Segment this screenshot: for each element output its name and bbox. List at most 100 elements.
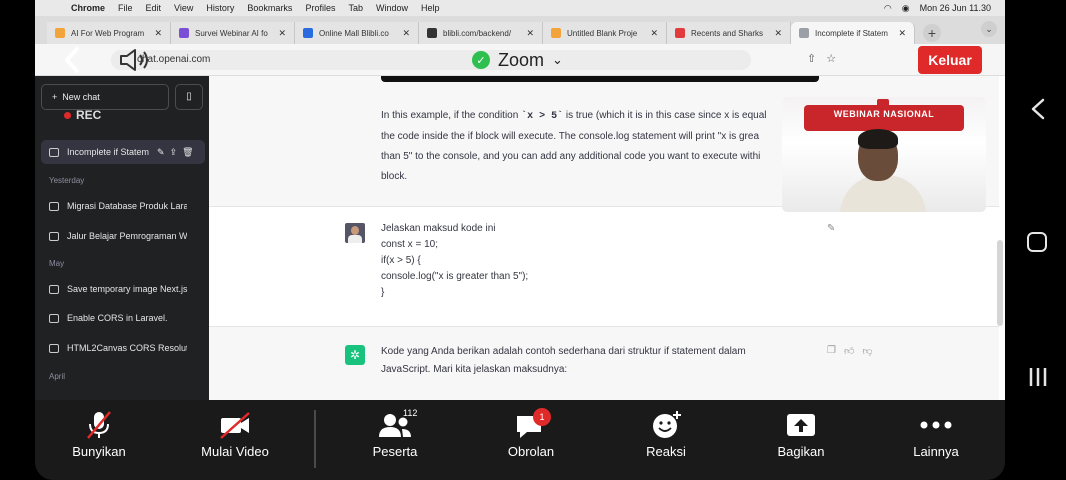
zoom-label-text: Zoom bbox=[498, 49, 545, 70]
user-message: Jelaskan maksud kode ini const x = 10; i… bbox=[209, 206, 999, 327]
bookmark-star-icon[interactable]: ☆ bbox=[826, 52, 836, 65]
sidebar-chat-item[interactable]: Migrasi Database Produk Lara bbox=[41, 194, 205, 218]
browser-tab[interactable]: AI For Web Program ✕ bbox=[47, 22, 171, 44]
sidebar-chat-item-active[interactable]: Incomplete if Statem ✎ ⇪ 🗑 bbox=[41, 140, 205, 164]
menu-profiles[interactable]: Profiles bbox=[305, 3, 335, 13]
nav-recents-icon[interactable] bbox=[1027, 366, 1049, 388]
toggle-sidebar-button[interactable]: ▯ bbox=[175, 84, 203, 110]
thumbs-up-icon[interactable]: 👍︎ bbox=[844, 345, 854, 357]
menu-help[interactable]: Help bbox=[421, 3, 440, 13]
browser-tab[interactable]: Untitled Blank Proje ✕ bbox=[543, 22, 667, 44]
tab-search-icon[interactable]: ⌄ bbox=[981, 21, 997, 37]
chatgpt-logo-icon: ✲ bbox=[345, 345, 365, 365]
address-bar[interactable]: chat.openai.com bbox=[111, 50, 751, 70]
browser-tab[interactable]: Online Mall Blibli.co ✕ bbox=[295, 22, 419, 44]
back-chevron-icon[interactable] bbox=[62, 46, 82, 74]
unmute-label: Bunyikan bbox=[72, 444, 126, 459]
tab-close-icon[interactable]: ✕ bbox=[154, 28, 162, 39]
mac-menubar: Chrome File Edit View History Bookmarks … bbox=[35, 0, 1005, 16]
nav-back-icon[interactable] bbox=[1029, 98, 1047, 120]
reactions-button[interactable]: Reaksi bbox=[616, 410, 716, 470]
chat-item-actions: ✎ ⇪ 🗑 bbox=[157, 147, 194, 158]
speaker-icon[interactable] bbox=[118, 48, 152, 72]
tab-favicon-icon bbox=[675, 28, 685, 38]
wifi-icon[interactable]: ◠ bbox=[884, 3, 892, 14]
participants-label: Peserta bbox=[372, 444, 418, 459]
start-video-button[interactable]: Mulai Video bbox=[185, 410, 285, 470]
tab-close-icon[interactable]: ✕ bbox=[774, 28, 782, 39]
menu-window[interactable]: Window bbox=[376, 3, 408, 13]
menubar-datetime: Mon 26 Jun 11.30 bbox=[919, 3, 991, 13]
scrollbar[interactable] bbox=[997, 240, 1003, 326]
zoom-meeting-title[interactable]: ✓ Zoom ⌄ bbox=[472, 48, 563, 72]
sidebar-chat-item[interactable]: HTML2Canvas CORS Resoluti bbox=[41, 336, 205, 360]
participants-button[interactable]: 112 Peserta bbox=[345, 408, 445, 470]
chat-button[interactable]: 1 Obrolan bbox=[481, 408, 581, 470]
msg-line: Jelaskan maksud kode ini bbox=[381, 223, 496, 234]
nav-home-icon[interactable] bbox=[1027, 232, 1047, 252]
edit-message-icon[interactable]: ✎ bbox=[827, 223, 835, 234]
thumbs-down-icon[interactable]: 👎︎ bbox=[862, 345, 872, 357]
menu-view[interactable]: View bbox=[174, 3, 193, 13]
browser-tab[interactable]: blibli.com/backend/ ✕ bbox=[419, 22, 543, 44]
menu-file[interactable]: File bbox=[118, 3, 133, 13]
control-center-icon[interactable]: ◉ bbox=[902, 3, 910, 14]
msg-line: block. bbox=[381, 171, 408, 182]
leave-meeting-button[interactable]: Keluar bbox=[918, 46, 982, 74]
chat-bubble-icon bbox=[49, 343, 59, 353]
new-chat-button[interactable]: + New chat bbox=[41, 84, 169, 110]
new-tab-button[interactable]: + bbox=[923, 24, 941, 42]
chat-item-title: Migrasi Database Produk Lara bbox=[67, 201, 187, 211]
trash-icon[interactable]: 🗑 bbox=[182, 147, 193, 158]
menu-history[interactable]: History bbox=[206, 3, 234, 13]
tab-close-icon[interactable]: ✕ bbox=[898, 28, 906, 39]
video-off-icon bbox=[220, 412, 250, 439]
tab-close-icon[interactable]: ✕ bbox=[526, 28, 534, 39]
tab-favicon-icon bbox=[799, 28, 809, 38]
chevron-down-icon: ⌄ bbox=[552, 52, 563, 67]
edit-icon[interactable]: ✎ bbox=[157, 147, 165, 158]
more-button[interactable]: Lainnya bbox=[886, 410, 986, 470]
unmute-button[interactable]: Bunyikan bbox=[49, 410, 149, 470]
sidebar-chat-item[interactable]: Jalur Belajar Pemrograman We bbox=[41, 224, 205, 248]
tab-favicon-icon bbox=[551, 28, 561, 38]
tab-title: Recents and Sharks bbox=[691, 28, 764, 38]
share-screen-button[interactable]: Bagikan bbox=[751, 410, 851, 470]
more-label: Lainnya bbox=[913, 444, 959, 459]
menu-app[interactable]: Chrome bbox=[71, 3, 105, 13]
chat-bubble-icon bbox=[49, 284, 59, 294]
assistant-message-text: Kode yang Anda berikan adalah contoh sed… bbox=[381, 343, 746, 379]
sidebar-chat-item[interactable]: Save temporary image Next.js bbox=[41, 277, 205, 301]
tab-close-icon[interactable]: ✕ bbox=[402, 28, 410, 39]
user-message-text: Jelaskan maksud kode ini const x = 10; i… bbox=[381, 221, 528, 301]
tab-favicon-icon bbox=[303, 28, 313, 38]
copy-icon[interactable]: ❐ bbox=[827, 345, 836, 357]
tab-close-icon[interactable]: ✕ bbox=[278, 28, 286, 39]
inline-code: `x > 5` bbox=[521, 111, 564, 122]
tab-favicon-icon bbox=[55, 28, 65, 38]
chat-bubble-icon bbox=[49, 147, 59, 157]
speaker-video-tile[interactable]: WEBINAR NASIONAL bbox=[782, 97, 986, 212]
chat-item-title: Enable CORS in Laravel. bbox=[67, 313, 168, 323]
tab-close-icon[interactable]: ✕ bbox=[650, 28, 658, 39]
share-page-icon[interactable]: ⇧ bbox=[807, 52, 816, 65]
sidebar-chat-item[interactable]: Enable CORS in Laravel. bbox=[41, 306, 205, 330]
browser-tab-strip: AI For Web Program ✕ Survei Webinar AI f… bbox=[35, 16, 1005, 44]
chat-item-title: Jalur Belajar Pemrograman We bbox=[67, 231, 187, 241]
participants-icon-wrap: 112 bbox=[375, 408, 417, 440]
menu-tab[interactable]: Tab bbox=[348, 3, 363, 13]
menu-bookmarks[interactable]: Bookmarks bbox=[247, 3, 292, 13]
apple-icon[interactable] bbox=[47, 3, 57, 13]
msg-line: if(x > 5) { bbox=[381, 255, 421, 266]
browser-tab[interactable]: Recents and Sharks ✕ bbox=[667, 22, 791, 44]
assistant-message-text: In this example, if the condition `x > 5… bbox=[381, 106, 821, 187]
message-feedback: ❐ 👍︎ 👎︎ bbox=[827, 345, 873, 357]
browser-tab[interactable]: Survei Webinar AI fo ✕ bbox=[171, 22, 295, 44]
tab-title: Online Mall Blibli.co bbox=[319, 28, 389, 38]
msg-line: JavaScript. Mari kita jelaskan maksudnya… bbox=[381, 364, 568, 375]
browser-tab-active[interactable]: Incomplete if Statem ✕ bbox=[791, 22, 915, 44]
share-icon[interactable]: ⇪ bbox=[170, 147, 178, 158]
chat-icon-wrap: 1 bbox=[511, 408, 551, 440]
chat-bubble-icon bbox=[49, 231, 59, 241]
menu-edit[interactable]: Edit bbox=[146, 3, 162, 13]
